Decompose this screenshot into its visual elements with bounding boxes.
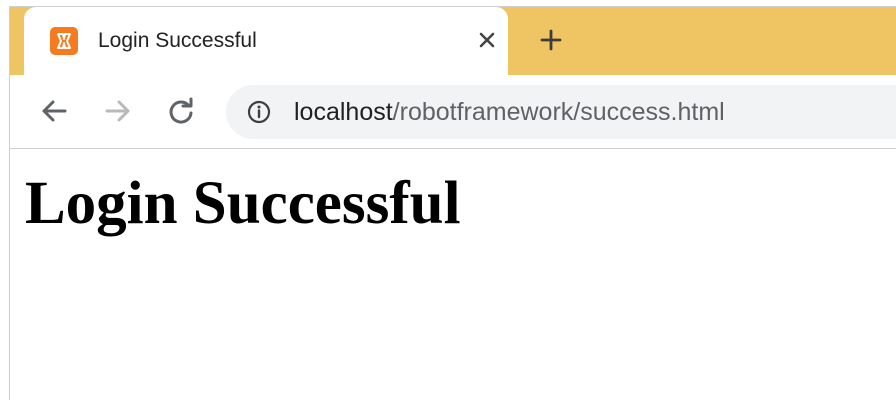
browser-window: Login Successful localhost/robotframewor… xyxy=(9,6,896,400)
url-text[interactable]: localhost/robotframework/success.html xyxy=(294,98,725,126)
tab-title: Login Successful xyxy=(98,29,257,52)
forward-arrow-icon[interactable] xyxy=(98,91,138,131)
tab-strip: Login Successful xyxy=(10,7,896,75)
reload-icon[interactable] xyxy=(161,91,201,131)
new-tab-plus-icon[interactable] xyxy=(536,25,566,55)
navigation-toolbar: localhost/robotframework/success.html xyxy=(10,75,896,149)
tab-close-icon[interactable] xyxy=(472,25,502,55)
page-content: Login Successful xyxy=(10,149,896,400)
address-bar[interactable]: localhost/robotframework/success.html xyxy=(226,85,896,139)
info-icon[interactable] xyxy=(246,99,272,125)
url-host: localhost xyxy=(294,98,393,126)
xampp-favicon-icon xyxy=(50,27,78,55)
page-heading: Login Successful xyxy=(25,170,461,237)
active-tab[interactable]: Login Successful xyxy=(24,7,508,75)
url-path: /robotframework/success.html xyxy=(392,98,725,126)
back-arrow-icon[interactable] xyxy=(34,91,74,131)
